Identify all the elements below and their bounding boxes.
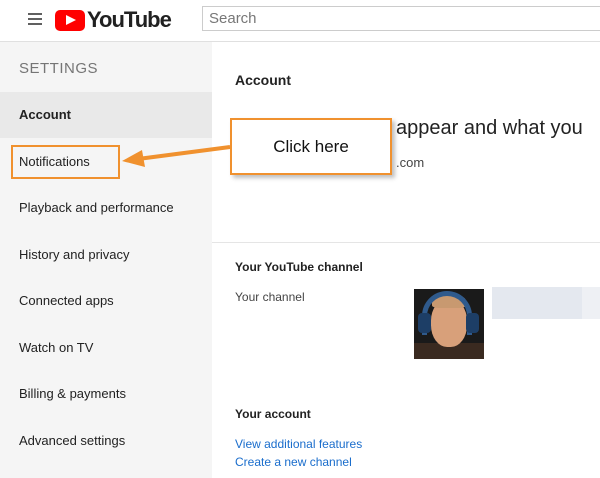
account-email: .com [396, 155, 425, 170]
divider [212, 242, 600, 243]
menu-icon[interactable] [28, 13, 42, 25]
main-content: Account appear and what you .com Your Yo… [212, 42, 600, 478]
top-bar: YouTube [0, 0, 600, 42]
sidebar-item-connected-apps[interactable]: Connected apps [0, 278, 212, 324]
sidebar-title: SETTINGS [19, 60, 99, 77]
search-input[interactable] [202, 6, 600, 31]
create-channel-link[interactable]: Create a new channel [235, 455, 352, 469]
youtube-logo[interactable]: YouTube [55, 7, 172, 32]
sidebar-item-history[interactable]: History and privacy [0, 232, 212, 278]
channel-heading: Your YouTube channel [235, 260, 363, 274]
sidebar-item-advanced[interactable]: Advanced settings [0, 418, 212, 464]
sidebar-item-playback[interactable]: Playback and performance [0, 185, 212, 231]
avatar[interactable] [414, 289, 484, 359]
channel-label: Your channel [235, 290, 305, 304]
account-heading: Your account [235, 407, 311, 421]
sidebar-item-watch-on-tv[interactable]: Watch on TV [0, 325, 212, 371]
settings-sidebar: SETTINGS Account Notifications Playback … [0, 42, 212, 478]
view-features-link[interactable]: View additional features [235, 437, 362, 451]
highlight-box [11, 145, 120, 179]
channel-name-redacted [582, 287, 600, 319]
play-icon [55, 9, 85, 31]
callout: Click here [230, 118, 392, 175]
logo-text: YouTube [87, 7, 172, 32]
channel-name-redacted [492, 287, 582, 319]
sidebar-item-account[interactable]: Account [0, 92, 212, 138]
sidebar-item-billing[interactable]: Billing & payments [0, 371, 212, 417]
account-description: appear and what you [396, 117, 583, 139]
page-title: Account [235, 72, 291, 88]
